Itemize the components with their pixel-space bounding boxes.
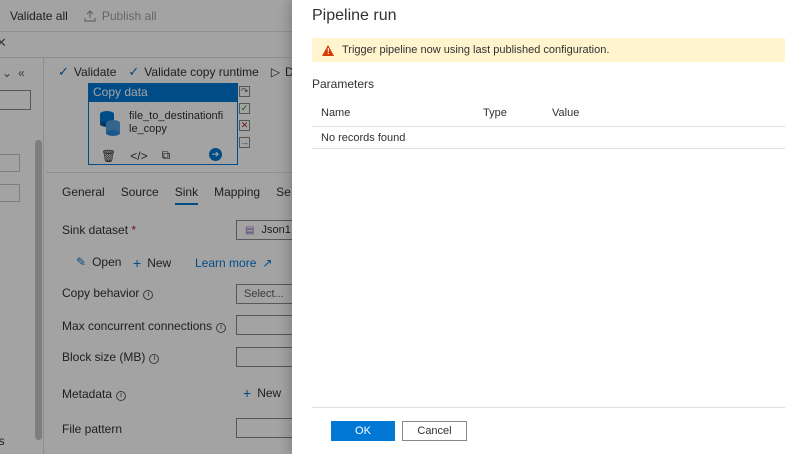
warning-icon: ! xyxy=(322,44,334,56)
max-concurrent-label-text: Max concurrent connections xyxy=(62,319,213,333)
activity-name-line1: file_to_destinationfi xyxy=(129,110,224,122)
sink-dataset-value: Json1 xyxy=(261,224,291,236)
sink-dataset-label: Sink dataset * xyxy=(62,223,136,237)
metadata-label: Metadata i xyxy=(62,387,127,401)
file-pattern-label: File pattern xyxy=(62,422,123,436)
warning-text: Trigger pipeline now using last publishe… xyxy=(342,44,610,56)
tab-mapping[interactable]: Mapping xyxy=(214,173,260,205)
close-tab-icon[interactable]: ✕ xyxy=(0,35,7,51)
validate-all-button[interactable]: Validate all xyxy=(10,9,68,23)
sink-dataset-select[interactable]: ▤ Json1 xyxy=(236,220,292,240)
publish-all-button[interactable]: Publish all xyxy=(84,9,157,23)
activity-actions: 🗑 </> ⧉ xyxy=(101,148,170,163)
clone-icon[interactable]: ⧉ xyxy=(162,148,171,163)
failure-handle-icon[interactable]: ✕ xyxy=(239,120,250,131)
table-header: Name Type Value xyxy=(312,100,785,127)
resources-truncated-text: ls xyxy=(0,434,5,448)
validate-copy-runtime-button[interactable]: ✓ Validate copy runtime xyxy=(128,64,258,80)
cancel-button[interactable]: Cancel xyxy=(402,421,467,441)
resource-item[interactable] xyxy=(0,154,20,172)
tab-general[interactable]: General xyxy=(62,173,105,205)
block-size-label: Block size (MB) i xyxy=(62,350,160,364)
info-icon[interactable]: i xyxy=(216,323,227,333)
copy-behavior-select[interactable]: Select... xyxy=(236,284,292,304)
copy-behavior-label: Copy behavior i xyxy=(62,286,154,300)
block-size-label-text: Block size (MB) xyxy=(62,350,146,364)
resources-filter-input[interactable] xyxy=(0,90,31,110)
pipeline-run-panel: Pipeline run ! Trigger pipeline now usin… xyxy=(292,0,800,454)
debug-button[interactable]: ▷ D xyxy=(271,65,292,79)
open-label: Open xyxy=(92,255,122,269)
code-icon[interactable]: </> xyxy=(130,149,147,163)
info-icon[interactable]: i xyxy=(116,391,127,401)
new-label: New xyxy=(147,256,172,270)
validate-button[interactable]: ✓ Validate xyxy=(58,64,116,80)
file-pattern-select[interactable] xyxy=(236,418,292,438)
activity-settings-tabs: General Source Sink Mapping Se xyxy=(46,172,292,205)
column-header-name[interactable]: Name xyxy=(321,107,350,119)
sink-dataset-label-text: Sink dataset xyxy=(62,223,129,237)
table-row: No records found xyxy=(312,127,785,149)
validate-copy-runtime-label: Validate copy runtime xyxy=(144,65,259,79)
required-marker: * xyxy=(131,223,137,237)
pipeline-tab-strip: ✕ xyxy=(0,32,292,58)
canvas-toolbar: ✓ Validate ✓ Validate copy runtime ▷ D xyxy=(58,62,292,82)
learn-more-link[interactable]: Learn more ↗ xyxy=(195,256,272,270)
copy-data-icon xyxy=(100,111,120,136)
external-link-icon: ↗ xyxy=(262,256,273,270)
info-icon[interactable]: i xyxy=(143,290,154,300)
warning-banner: ! Trigger pipeline now using last publis… xyxy=(312,38,785,62)
metadata-new-button[interactable]: + New xyxy=(243,385,281,401)
tab-source[interactable]: Source xyxy=(121,173,159,205)
activity-type-label: Copy data xyxy=(89,84,237,102)
plus-icon: + xyxy=(243,385,252,401)
column-header-type[interactable]: Type xyxy=(483,107,507,119)
parameters-table: Name Type Value No records found xyxy=(312,100,785,149)
open-dataset-button[interactable]: ✎ Open xyxy=(76,255,121,269)
tab-sink[interactable]: Sink xyxy=(174,173,199,205)
block-size-input[interactable] xyxy=(236,347,292,367)
max-concurrent-input[interactable] xyxy=(236,315,292,335)
activity-output-handles: ↷ ✓ ✕ → xyxy=(239,86,250,148)
empty-state-text: No records found xyxy=(321,132,406,144)
new-dataset-button[interactable]: + New xyxy=(133,255,171,271)
pipeline-workspace: Validate all Publish all ✕ ⌄« ls ✓ Valid… xyxy=(0,0,292,454)
metadata-label-text: Metadata xyxy=(62,387,113,401)
dataset-icon: ▤ xyxy=(245,225,255,236)
publish-icon xyxy=(84,9,96,22)
play-icon: ▷ xyxy=(270,65,281,79)
info-icon[interactable]: i xyxy=(149,354,160,364)
pencil-icon: ✎ xyxy=(76,255,87,269)
parameters-label: Parameters xyxy=(312,77,375,91)
copy-behavior-placeholder: Select... xyxy=(244,288,284,300)
ok-button[interactable]: OK xyxy=(331,421,395,441)
success-handle-icon[interactable]: ✓ xyxy=(239,103,250,114)
column-header-value[interactable]: Value xyxy=(552,107,579,119)
plus-icon: + xyxy=(133,255,142,271)
settings-scrollbar[interactable] xyxy=(35,140,42,380)
delete-icon[interactable]: 🗑 xyxy=(101,149,116,163)
validate-label: Validate xyxy=(73,65,117,79)
collapse-controls[interactable]: ⌄« xyxy=(2,66,31,80)
copy-data-activity[interactable]: Copy data file_to_destinationfi le_copy … xyxy=(88,83,238,165)
panel-title: Pipeline run xyxy=(312,7,397,24)
copy-behavior-label-text: Copy behavior xyxy=(62,286,140,300)
validate-all-label: Validate all xyxy=(10,8,68,23)
completion-handle-icon[interactable]: → xyxy=(239,137,250,148)
debug-label: D xyxy=(285,65,292,79)
publish-all-label: Publish all xyxy=(101,8,157,23)
resource-item[interactable] xyxy=(0,184,20,202)
checkmark-icon: ✓ xyxy=(58,64,69,79)
metadata-new-label: New xyxy=(257,386,282,400)
max-concurrent-label: Max concurrent connections i xyxy=(62,319,227,333)
tab-settings[interactable]: Se xyxy=(276,173,291,205)
skip-handle-icon[interactable]: ↷ xyxy=(239,86,250,97)
panel-footer-divider xyxy=(312,407,785,408)
activity-name: file_to_destinationfi le_copy xyxy=(129,110,237,136)
checkmark-icon: ✓ xyxy=(128,64,140,79)
factory-toolbar: Validate all Publish all xyxy=(0,0,292,32)
go-arrow-icon[interactable]: ➔ xyxy=(209,148,222,161)
learn-more-label: Learn more xyxy=(195,256,257,270)
activity-name-line2: le_copy xyxy=(129,123,167,135)
